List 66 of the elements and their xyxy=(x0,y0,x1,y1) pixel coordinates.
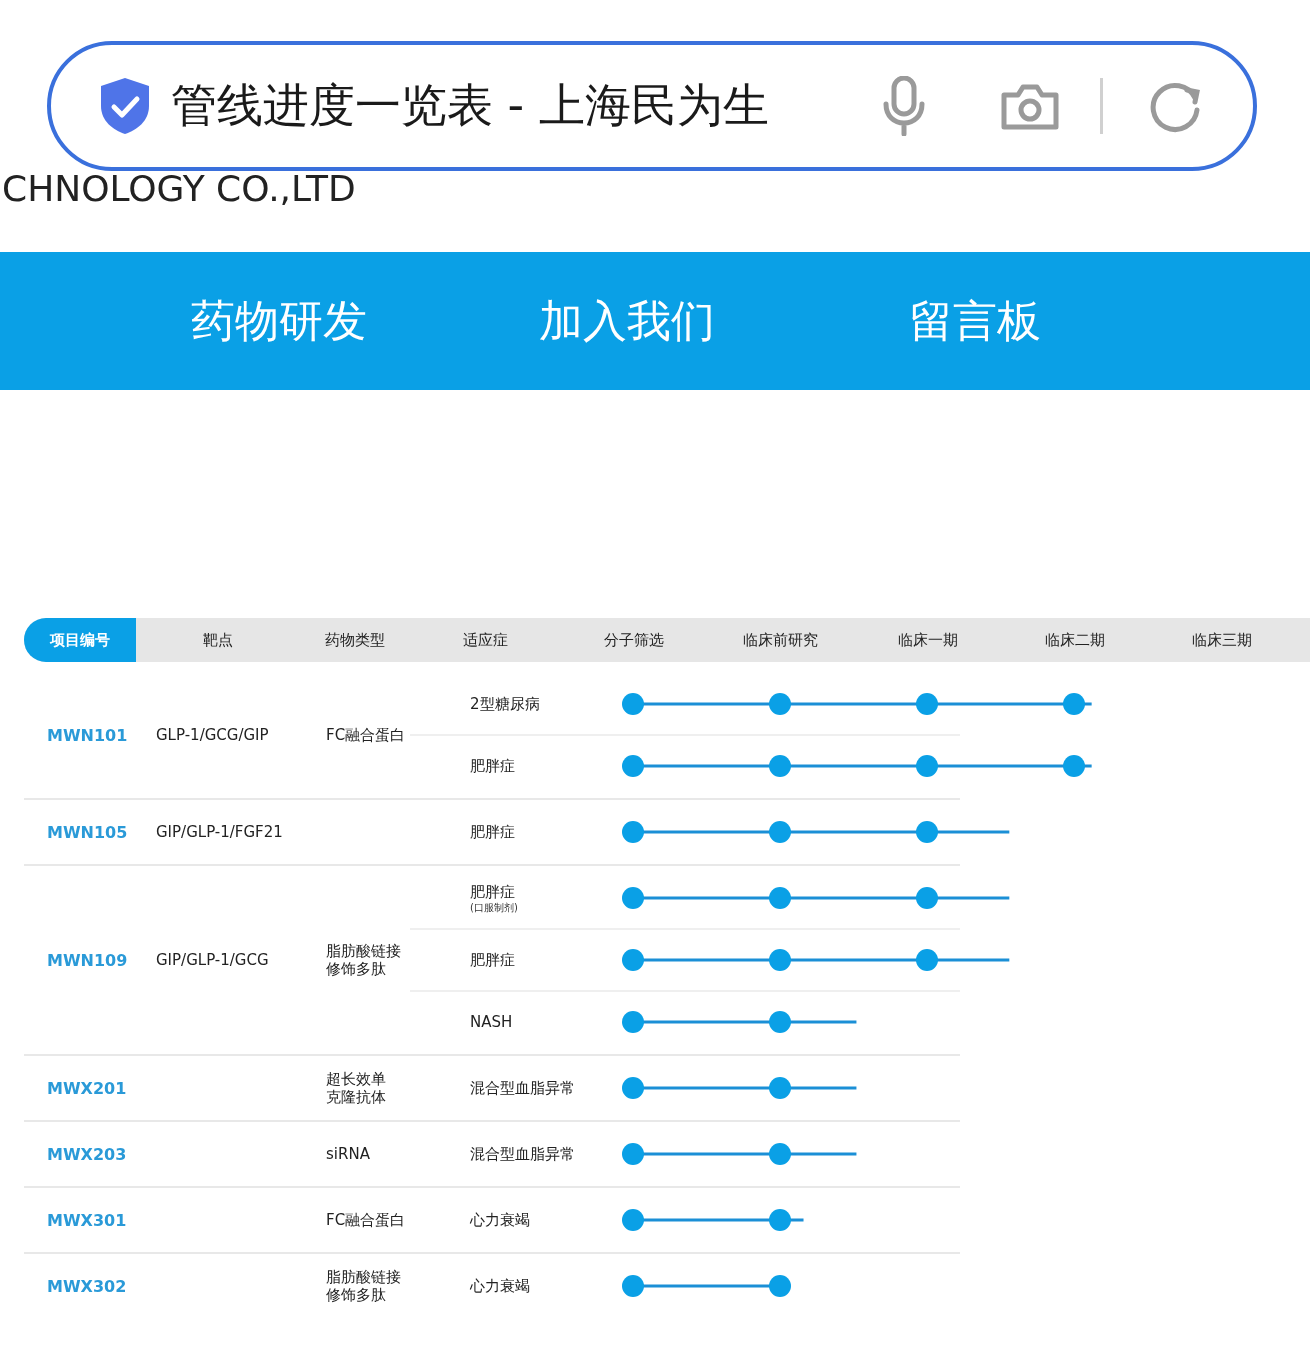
column-header[interactable]: 靶点 xyxy=(136,618,300,662)
column-header[interactable]: 临床前研究 xyxy=(707,618,854,662)
stage-dot xyxy=(916,949,938,971)
project-code: MWN101 xyxy=(47,725,128,745)
stage-dot xyxy=(622,693,644,715)
indication: 混合型血脂异常 xyxy=(470,1078,576,1098)
stage-dot xyxy=(622,887,644,909)
stage-dot xyxy=(769,1275,791,1297)
project-code: MWX301 xyxy=(47,1210,127,1230)
microphone-icon[interactable] xyxy=(882,76,926,136)
target-name: GIP/GLP-1/GCG xyxy=(156,951,269,969)
project-code: MWX201 xyxy=(47,1078,127,1098)
drug-type: 脂肪酸链接 修饰多肽 xyxy=(326,1268,401,1304)
stage-dot xyxy=(769,1077,791,1099)
drug-type: 脂肪酸链接 修饰多肽 xyxy=(326,942,401,978)
address-bar[interactable]: 管线进度一览表 - 上海民为生 xyxy=(47,41,1257,171)
target-name: GLP-1/GCG/GIP xyxy=(156,726,269,744)
stage-dot xyxy=(916,821,938,843)
target-name: GIP/GLP-1/FGF21 xyxy=(156,823,283,841)
column-header[interactable]: 适应症 xyxy=(410,618,560,662)
stage-dot xyxy=(622,755,644,777)
stage-dot xyxy=(769,755,791,777)
stage-dot xyxy=(769,1143,791,1165)
stage-dot xyxy=(769,1011,791,1033)
column-header[interactable]: 临床一期 xyxy=(854,618,1001,662)
stage-dot xyxy=(622,1077,644,1099)
indication: 2型糖尿病 xyxy=(470,694,541,714)
stage-dot xyxy=(1063,755,1085,777)
column-header[interactable]: 分子筛选 xyxy=(560,618,707,662)
indication: NASH xyxy=(470,1013,514,1031)
stage-dot xyxy=(622,1275,644,1297)
stage-dot xyxy=(622,1143,644,1165)
indication: 心力衰竭 xyxy=(470,1276,531,1296)
column-header[interactable]: 临床二期 xyxy=(1001,618,1148,662)
drug-type: FC融合蛋白 xyxy=(326,726,406,744)
stage-dot xyxy=(916,755,938,777)
stage-dot xyxy=(769,949,791,971)
project-code: MWN109 xyxy=(47,950,128,970)
stage-dot xyxy=(769,887,791,909)
project-code: MWX203 xyxy=(47,1144,127,1164)
stage-dot xyxy=(916,887,938,909)
project-code: MWX302 xyxy=(47,1276,127,1296)
project-code: MWN105 xyxy=(47,822,128,842)
stage-dot xyxy=(622,1011,644,1033)
stage-dot xyxy=(769,1209,791,1231)
stage-dot xyxy=(769,693,791,715)
drug-type: 超长效单 克隆抗体 xyxy=(326,1070,386,1106)
drug-type: siRNA xyxy=(326,1145,370,1163)
indication-note: (口服制剂) xyxy=(470,902,519,913)
stage-dot xyxy=(622,1209,644,1231)
column-header[interactable]: 临床三期 xyxy=(1148,618,1295,662)
indication: 肥胖症 xyxy=(470,822,516,842)
indication: 心力衰竭 xyxy=(470,1210,531,1230)
drug-type: FC融合蛋白 xyxy=(326,1211,406,1229)
stage-dot xyxy=(769,821,791,843)
indication: 肥胖症 xyxy=(470,883,516,902)
stage-dot xyxy=(622,949,644,971)
company-name: CHNOLOGY CO.,LTD xyxy=(2,168,356,209)
indication: 肥胖症 xyxy=(470,950,516,970)
indication: 肥胖症 xyxy=(470,756,516,776)
indication: 混合型血脂异常 xyxy=(470,1144,576,1164)
stage-dot xyxy=(916,693,938,715)
stage-dot xyxy=(1063,693,1085,715)
column-header[interactable]: 药物类型 xyxy=(300,618,410,662)
stage-dot xyxy=(622,821,644,843)
page-title: 管线进度一览表 - 上海民为生 xyxy=(171,77,770,134)
